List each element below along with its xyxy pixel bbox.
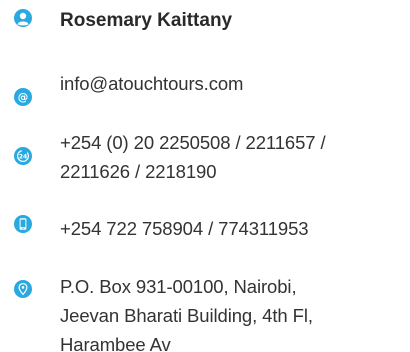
- landline-line-1: +254 (0) 20 2250508 / 2211657 /: [60, 132, 326, 153]
- address-line-3: Harambee Av: [60, 334, 171, 352]
- contact-mobile: +254 722 758904 / 774311953: [60, 218, 309, 239]
- map-pin-icon: [14, 280, 32, 298]
- contact-address: P.O. Box 931-00100, Nairobi, Jeevan Bhar…: [60, 272, 313, 352]
- contact-name: Rosemary Kaittany: [60, 10, 233, 31]
- contact-email-link[interactable]: info@atouchtours.com: [60, 69, 243, 98]
- at-sign-icon: @: [14, 88, 32, 106]
- svg-text:@: @: [18, 92, 29, 104]
- mobile-phone-icon: [14, 215, 32, 233]
- user-icon: [14, 9, 32, 27]
- address-line-1: P.O. Box 931-00100, Nairobi,: [60, 276, 297, 297]
- address-line-2: Jeevan Bharati Building, 4th Fl,: [60, 305, 313, 326]
- landline-line-2: 2211626 / 2218190: [60, 161, 217, 182]
- svg-text:24: 24: [19, 153, 27, 160]
- phone-24-icon: 24: [14, 147, 32, 165]
- contact-landline: +254 (0) 20 2250508 / 2211657 / 2211626 …: [60, 128, 326, 186]
